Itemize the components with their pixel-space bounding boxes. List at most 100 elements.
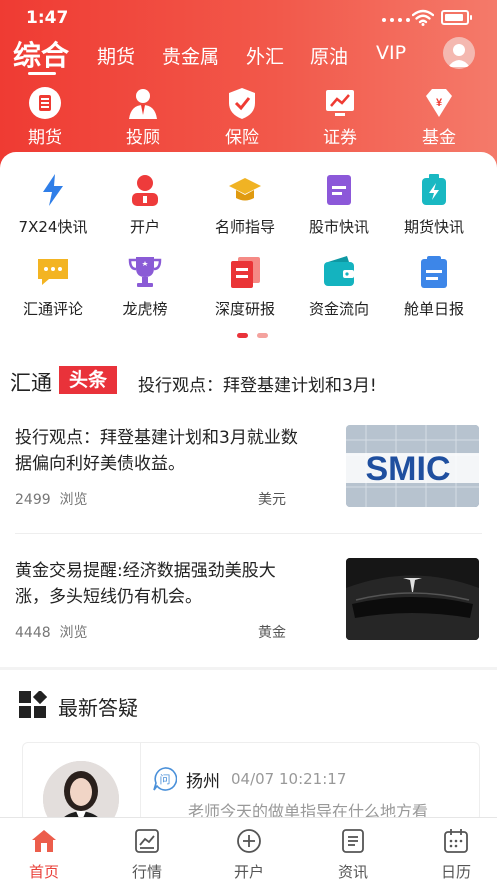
qa-title: 最新答疑 bbox=[58, 696, 138, 720]
news-item[interactable]: 投行观点：拜登基建计划和3月就业数据偏向利好美债收益。 2499 浏览 美元 S… bbox=[0, 415, 497, 543]
news-title: 投行观点：拜登基建计划和3月就业数据偏向利好美债收益。 bbox=[15, 428, 298, 474]
headline-bar[interactable]: 汇通 头条 投行观点：拜登基建计划和3月! bbox=[0, 362, 497, 402]
status-bar: 1:47 bbox=[0, 0, 497, 34]
grid-item-trophy[interactable]: 龙虎榜 bbox=[97, 254, 193, 319]
graduation-cap-icon bbox=[227, 172, 263, 208]
nav-calendar[interactable]: 日历 bbox=[416, 828, 496, 882]
quick-item-securities[interactable]: 证券 bbox=[310, 86, 370, 148]
plus-circle-icon bbox=[236, 828, 262, 854]
grid-squares-icon bbox=[19, 689, 48, 719]
quick-item-advisor[interactable]: 投顾 bbox=[113, 86, 173, 148]
advisor-icon bbox=[125, 86, 161, 120]
nav-market[interactable]: 行情 bbox=[107, 828, 187, 882]
trophy-icon bbox=[127, 254, 163, 290]
news-tag: 美元 bbox=[258, 492, 286, 508]
nav-home[interactable]: 首页 bbox=[4, 828, 84, 882]
pager-dot bbox=[257, 333, 268, 338]
grid-item-mentor[interactable]: 名师指导 bbox=[197, 172, 293, 237]
nav-label: 开户 bbox=[233, 863, 264, 881]
news-item[interactable]: 黄金交易提醒:经济数据强劲美股大涨，多头短线仍有机会。 4448 浏览 黄金 bbox=[0, 548, 497, 676]
grid-item-comment[interactable]: 汇通评论 bbox=[5, 254, 101, 319]
grid-item-daily-report[interactable]: 舱单日报 bbox=[386, 254, 482, 319]
flash-news-icon bbox=[35, 172, 71, 208]
headline-ticker[interactable]: 投行观点：拜登基建计划和3月! bbox=[138, 371, 377, 396]
tab-crude-oil[interactable]: 原油 bbox=[310, 42, 348, 69]
qa-card[interactable]: 问 扬州 04/07 10:21:17 老师今天的做单指导在什么地方看 bbox=[22, 742, 480, 822]
quick-label: 保险 bbox=[225, 128, 259, 148]
fund-icon: ¥ bbox=[421, 86, 457, 120]
active-tab-indicator bbox=[28, 72, 56, 75]
quick-item-futures[interactable]: 期货 bbox=[15, 86, 75, 148]
nav-open-account[interactable]: 开户 bbox=[209, 828, 289, 882]
pager-dot-active bbox=[237, 333, 248, 338]
tab-comprehensive[interactable]: 综合 bbox=[13, 34, 69, 74]
news-icon bbox=[340, 828, 366, 854]
news-tag: 黄金 bbox=[258, 625, 286, 641]
top-tabs: 综合 期货 贵金属 外汇 原油 VIP bbox=[0, 34, 497, 78]
daily-report-icon bbox=[416, 254, 452, 290]
market-icon bbox=[134, 828, 160, 854]
securities-icon bbox=[322, 86, 358, 120]
grid-item-fund-flow[interactable]: 资金流向 bbox=[291, 254, 387, 319]
quick-item-insurance[interactable]: 保险 bbox=[212, 86, 272, 148]
nav-label: 资讯 bbox=[337, 863, 368, 881]
grid-label: 股市快讯 bbox=[308, 218, 369, 236]
news-title: 黄金交易提醒:经济数据强劲美股大涨，多头短线仍有机会。 bbox=[15, 561, 276, 607]
svg-text:问: 问 bbox=[160, 773, 171, 786]
news-divider bbox=[15, 533, 482, 534]
grid-item-research[interactable]: 深度研报 bbox=[197, 254, 293, 319]
tab-precious-metals[interactable]: 贵金属 bbox=[162, 42, 219, 69]
news-thumbnail: SMIC bbox=[346, 425, 479, 507]
person-icon bbox=[448, 44, 470, 67]
research-report-icon bbox=[227, 254, 263, 290]
insurance-icon bbox=[224, 86, 260, 120]
nav-label: 行情 bbox=[131, 863, 162, 881]
futures-icon bbox=[27, 86, 63, 120]
grid-label: 舱单日报 bbox=[403, 300, 464, 318]
expert-avatar bbox=[43, 761, 119, 821]
grid-label: 期货快讯 bbox=[403, 218, 464, 236]
qa-card-divider bbox=[140, 743, 141, 821]
open-account-icon bbox=[127, 172, 163, 208]
qa-section: 最新答疑 问 扬州 04/07 10:21:17 老师今天的做单指导在什么地方看 bbox=[0, 670, 497, 822]
headline-badge: 头条 bbox=[59, 366, 117, 394]
quick-label: 期货 bbox=[28, 128, 62, 148]
grid-item-stock-news[interactable]: 股市快讯 bbox=[291, 172, 387, 237]
tab-vip[interactable]: VIP bbox=[376, 42, 406, 64]
calendar-icon bbox=[443, 828, 469, 854]
home-icon bbox=[31, 828, 57, 854]
grid-label: 资金流向 bbox=[308, 300, 369, 318]
quick-label: 投顾 bbox=[126, 128, 160, 148]
grid-label: 汇通评论 bbox=[22, 300, 83, 318]
nav-label: 日历 bbox=[440, 863, 471, 881]
tab-forex[interactable]: 外汇 bbox=[246, 42, 284, 69]
quick-label: 基金 bbox=[422, 128, 456, 148]
battery-icon bbox=[441, 10, 472, 25]
grid-label: 龙虎榜 bbox=[122, 300, 168, 318]
comment-icon bbox=[35, 254, 71, 290]
nav-label: 首页 bbox=[28, 863, 59, 881]
user-avatar[interactable] bbox=[443, 37, 475, 69]
grid-label: 7X24快讯 bbox=[18, 218, 88, 236]
news-thumbnail bbox=[346, 558, 479, 640]
grid-label: 深度研报 bbox=[214, 300, 275, 318]
svg-text:¥: ¥ bbox=[436, 97, 443, 109]
quick-item-fund[interactable]: ¥ 基金 bbox=[409, 86, 469, 148]
headline-brand: 汇通 bbox=[10, 371, 52, 395]
qa-city: 扬州 bbox=[186, 772, 220, 792]
news-views: 2499 浏览 bbox=[15, 492, 88, 508]
grid-item-open-account[interactable]: 开户 bbox=[97, 172, 193, 237]
grid-label: 名师指导 bbox=[214, 218, 275, 236]
grid-item-futures-news[interactable]: 期货快讯 bbox=[386, 172, 482, 237]
bottom-nav: 首页 行情 开户 资讯 日历 bbox=[0, 817, 497, 883]
grid-label: 开户 bbox=[129, 218, 160, 236]
news-views: 4448 浏览 bbox=[15, 625, 88, 641]
qa-time: 04/07 10:21:17 bbox=[231, 770, 347, 788]
tab-futures[interactable]: 期货 bbox=[97, 42, 135, 69]
quick-label: 证券 bbox=[323, 128, 357, 148]
signal-icon bbox=[382, 18, 410, 22]
grid-item-flash-news[interactable]: 7X24快讯 bbox=[5, 172, 101, 237]
futures-news-icon bbox=[416, 172, 452, 208]
status-time: 1:47 bbox=[26, 8, 69, 28]
nav-news[interactable]: 资讯 bbox=[313, 828, 393, 882]
